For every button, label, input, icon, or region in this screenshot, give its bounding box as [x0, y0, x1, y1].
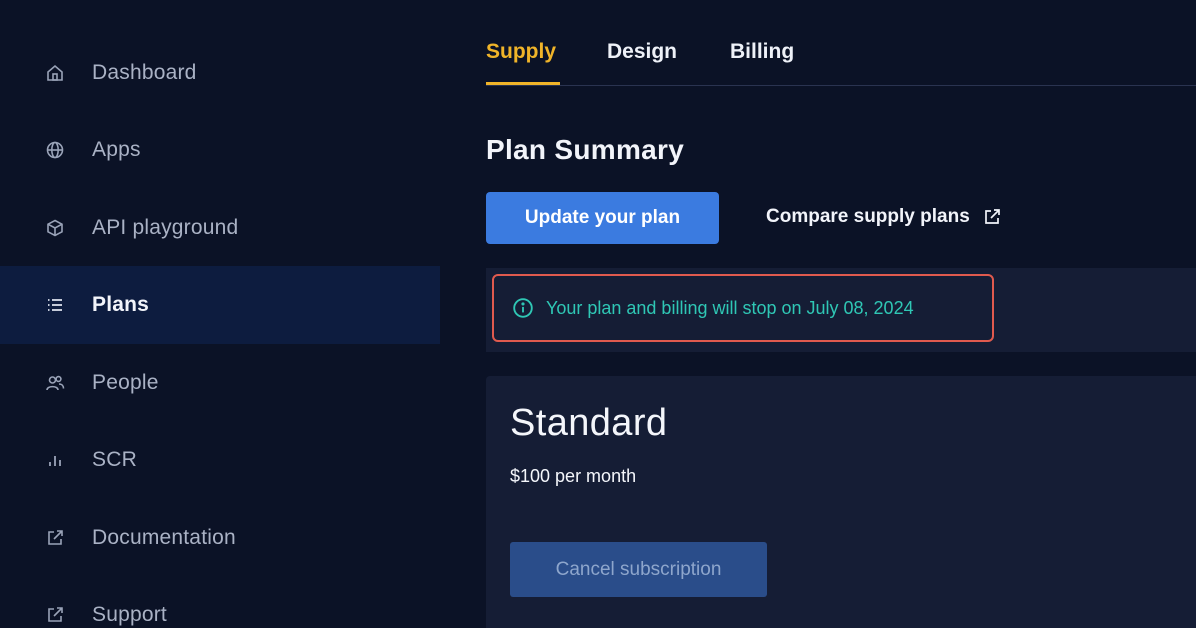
compare-plans-link[interactable]: Compare supply plans [766, 206, 1002, 228]
compare-plans-label: Compare supply plans [766, 206, 970, 227]
page-title: Plan Summary [486, 134, 685, 165]
sidebar-item-label: People [92, 371, 159, 394]
sidebar-item-support[interactable]: Support [0, 576, 440, 628]
bar-chart-icon [44, 449, 66, 471]
sidebar-item-dashboard[interactable]: Dashboard [0, 34, 440, 112]
info-icon [513, 298, 533, 318]
external-link-icon [984, 209, 1000, 224]
external-link-icon [44, 527, 66, 549]
tab-design[interactable]: Design [607, 40, 677, 64]
active-tab-indicator [486, 82, 560, 85]
sidebar-item-label: SCR [92, 448, 137, 471]
sidebar-item-label: Support [92, 603, 167, 626]
tab-bar: Supply Design Billing [486, 0, 1196, 86]
sidebar-item-scr[interactable]: SCR [0, 421, 440, 499]
sidebar: Dashboard Apps API playground Plans Peop [0, 0, 440, 628]
notice-text: Your plan and billing will stop on July … [546, 297, 914, 318]
sidebar-item-label: Apps [92, 138, 141, 161]
tab-supply[interactable]: Supply [486, 40, 556, 64]
tab-billing[interactable]: Billing [730, 40, 794, 64]
main-content: Supply Design Billing Plan Summary Updat… [440, 0, 1196, 628]
people-icon [44, 372, 66, 394]
plan-end-notice: Your plan and billing will stop on July … [492, 274, 994, 342]
globe-icon [44, 139, 66, 161]
sidebar-item-plans[interactable]: Plans [0, 266, 440, 344]
cancel-subscription-button[interactable]: Cancel subscription [510, 542, 767, 597]
list-icon [44, 294, 66, 316]
sidebar-item-label: Plans [92, 293, 150, 316]
plan-card: Standard $100 per month Cancel subscript… [486, 376, 1196, 628]
cube-icon [44, 217, 66, 239]
sidebar-item-api-playground[interactable]: API playground [0, 189, 440, 267]
sidebar-item-label: API playground [92, 216, 239, 239]
sidebar-item-label: Dashboard [92, 61, 197, 84]
sidebar-item-people[interactable]: People [0, 344, 440, 422]
plan-price: $100 per month [510, 466, 637, 486]
plan-name: Standard [510, 402, 668, 444]
update-plan-button[interactable]: Update your plan [486, 192, 719, 244]
external-link-icon [44, 604, 66, 626]
sidebar-item-apps[interactable]: Apps [0, 111, 440, 189]
sidebar-item-label: Documentation [92, 526, 236, 549]
app-window: Dashboard Apps API playground Plans Peop [0, 0, 1196, 628]
sidebar-item-documentation[interactable]: Documentation [0, 499, 440, 577]
home-icon [44, 62, 66, 84]
